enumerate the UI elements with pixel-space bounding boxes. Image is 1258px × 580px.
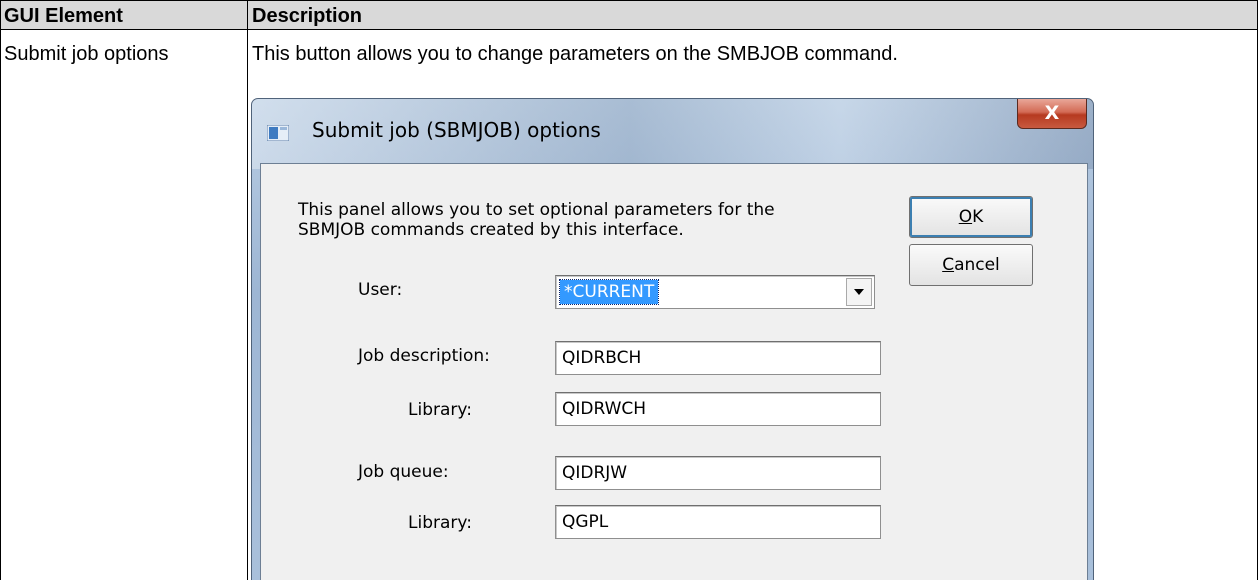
user-selected-value: *CURRENT (558, 279, 660, 305)
job-description-library-label: Library: (408, 400, 472, 420)
user-label: User: (358, 280, 403, 300)
chevron-down-icon (854, 289, 864, 295)
user-dropdown[interactable]: *CURRENT (555, 275, 875, 309)
ok-mnemonic: O (958, 207, 973, 227)
job-queue-value: QIDRJW (562, 463, 628, 483)
documentation-table: GUI Element Description Submit job optio… (0, 0, 1258, 580)
sbmjob-options-dialog: Submit job (SBMJOB) options X This panel… (251, 98, 1094, 580)
job-queue-input[interactable]: QIDRJW (555, 456, 881, 490)
job-description-label: Job description: (358, 346, 490, 366)
job-queue-library-label: Library: (408, 513, 472, 533)
ok-label: K (972, 207, 984, 227)
job-description-value: QIDRBCH (562, 348, 642, 368)
window-app-icon (266, 124, 290, 142)
job-description-input[interactable]: QIDRBCH (555, 341, 881, 375)
table-header-row (0, 0, 1258, 30)
dialog-client-area: This panel allows you to set optional pa… (260, 163, 1088, 580)
close-icon: X (1044, 102, 1060, 124)
table-left-border (0, 0, 1, 580)
header-description: Description (252, 5, 363, 27)
table-column-divider (247, 0, 248, 580)
job-description-library-input[interactable]: QIDRWCH (555, 392, 881, 426)
intro-text: This panel allows you to set optional pa… (298, 200, 775, 240)
job-queue-label: Job queue: (358, 462, 449, 482)
cell-gui-element: Submit job options (4, 43, 169, 65)
ok-button[interactable]: OK (909, 196, 1033, 238)
dialog-title: Submit job (SBMJOB) options (312, 118, 601, 142)
cancel-button[interactable]: Cancel (909, 244, 1033, 286)
close-button[interactable]: X (1017, 99, 1087, 129)
cancel-label: ancel (954, 255, 1000, 275)
cell-description: This button allows you to change paramet… (252, 43, 898, 65)
job-queue-library-input[interactable]: QGPL (555, 505, 881, 539)
job-description-library-value: QIDRWCH (562, 399, 647, 419)
header-gui-element: GUI Element (4, 5, 123, 27)
cancel-mnemonic: C (942, 255, 955, 275)
dropdown-button[interactable] (846, 278, 872, 306)
job-queue-library-value: QGPL (562, 512, 609, 532)
